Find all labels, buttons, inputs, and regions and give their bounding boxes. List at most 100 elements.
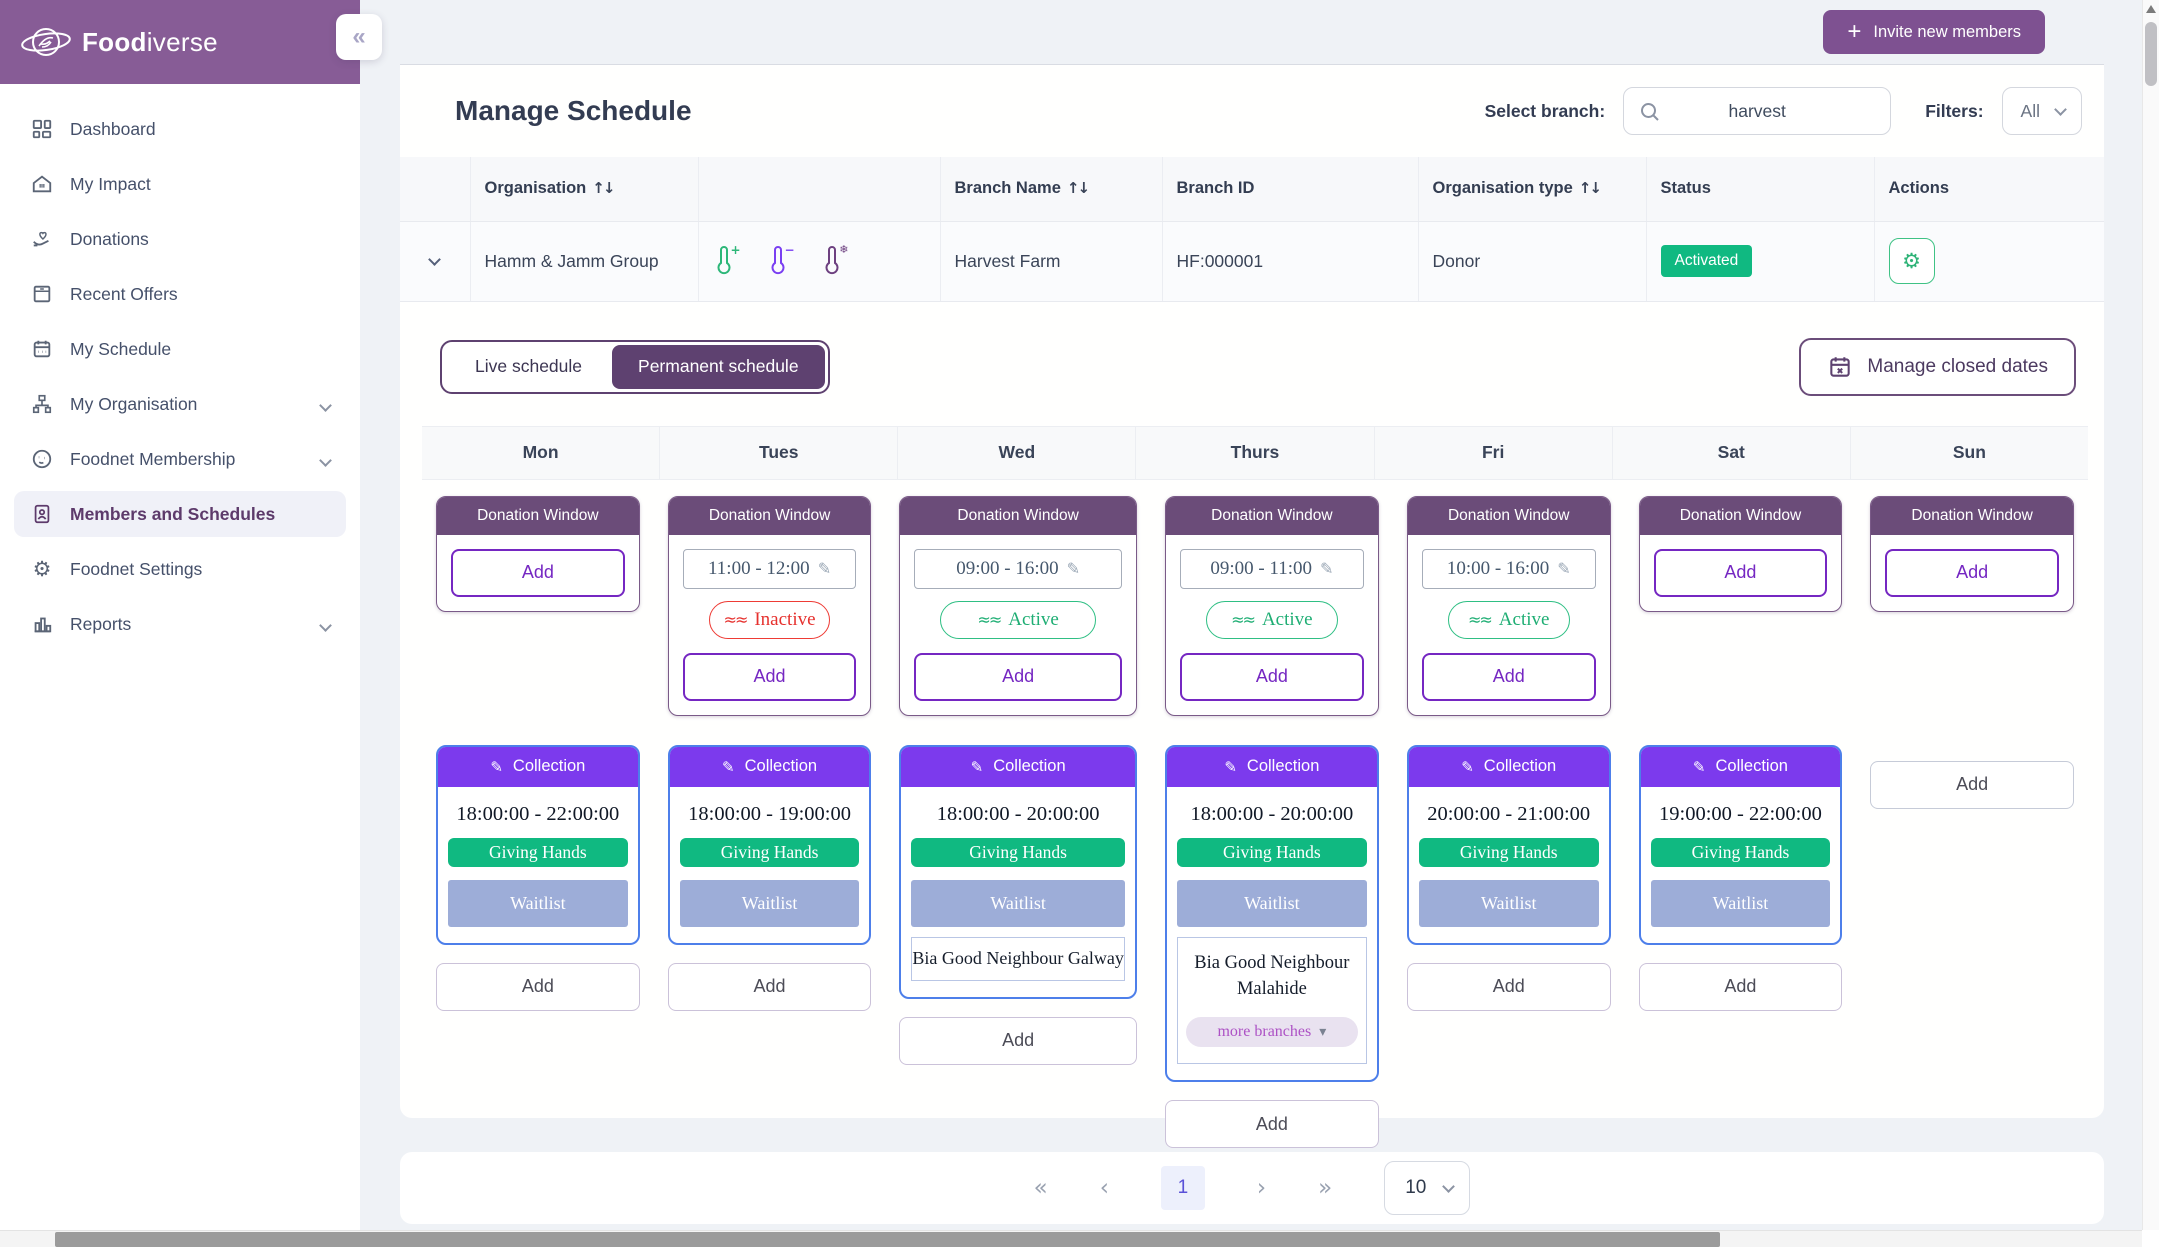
schedule-tabs-row: Live schedule Permanent schedule Manage … bbox=[400, 302, 2104, 396]
wave-icon: ≈≈ bbox=[724, 610, 747, 629]
horizontal-scrollbar[interactable] bbox=[0, 1230, 2142, 1247]
branch-search-input[interactable] bbox=[1624, 88, 1890, 134]
collection-time: 18:00:00 - 20:00:00 bbox=[1177, 803, 1367, 826]
branch-id-cell: HF:000001 bbox=[1162, 221, 1418, 301]
collection-header[interactable]: ✎Collection bbox=[1167, 747, 1377, 787]
add-collection-button[interactable]: Add bbox=[1639, 963, 1843, 1011]
horizontal-scroll-thumb[interactable] bbox=[55, 1232, 1720, 1247]
temperature-icons-cell: + − ❄ bbox=[698, 221, 940, 301]
pencil-icon: ✎ bbox=[1557, 559, 1570, 578]
weekday-header: Thurs bbox=[1135, 427, 1373, 479]
sidebar-item-my-impact[interactable]: My Impact bbox=[14, 161, 346, 207]
add-collection-button[interactable]: Add bbox=[899, 1017, 1136, 1065]
donation-window-time-input[interactable]: 11:00 - 12:00✎ bbox=[683, 549, 857, 589]
collection-card: ✎Collection 18:00:00 - 20:00:00 Giving H… bbox=[1165, 745, 1379, 1083]
last-page-button[interactable]: » bbox=[1318, 1177, 1332, 1200]
collection-header[interactable]: ✎Collection bbox=[901, 747, 1134, 787]
sidebar-collapse-button[interactable]: « bbox=[336, 14, 382, 60]
vertical-scroll-thumb[interactable] bbox=[2145, 22, 2157, 86]
add-donation-window-button[interactable]: Add bbox=[1180, 653, 1364, 701]
chevron-down-icon bbox=[321, 449, 330, 470]
manage-closed-dates-button[interactable]: Manage closed dates bbox=[1799, 338, 2076, 396]
branch-search-box bbox=[1623, 87, 1891, 135]
sidebar-item-foodnet-membership[interactable]: Foodnet Membership bbox=[14, 436, 346, 482]
page-size-select[interactable]: 10 bbox=[1384, 1161, 1470, 1215]
row-settings-button[interactable]: ⚙ bbox=[1889, 238, 1935, 284]
add-donation-window-button[interactable]: Add bbox=[1885, 549, 2059, 597]
chevron-down-icon bbox=[321, 614, 330, 635]
collection-card: ✎Collection 18:00:00 - 22:00:00 Giving H… bbox=[436, 745, 640, 945]
add-collection-button[interactable]: Add bbox=[436, 963, 640, 1011]
add-collection-button[interactable]: Add bbox=[668, 963, 872, 1011]
weekday-header: Sun bbox=[1850, 427, 2088, 479]
box-icon bbox=[30, 282, 54, 306]
collection-header[interactable]: ✎Collection bbox=[1409, 747, 1609, 787]
sidebar-item-dashboard[interactable]: Dashboard bbox=[14, 106, 346, 152]
sidebar-item-members-and-schedules[interactable]: Members and Schedules bbox=[14, 491, 346, 537]
previous-page-button[interactable]: ‹ bbox=[1100, 1177, 1109, 1200]
sidebar-item-label: Recent Offers bbox=[70, 284, 178, 305]
sidebar-item-recent-offers[interactable]: Recent Offers bbox=[14, 271, 346, 317]
scroll-up-arrow-icon[interactable] bbox=[2146, 5, 2156, 13]
topbar: + Invite new members bbox=[360, 0, 2142, 64]
organisation-type-header[interactable]: Organisation type↑↓ bbox=[1418, 157, 1646, 221]
sidebar-item-label: My Organisation bbox=[70, 394, 197, 415]
day-column-thurs: Donation Window 09:00 - 11:00✎ ≈≈Active … bbox=[1151, 480, 1393, 1149]
pencil-icon: ✎ bbox=[818, 559, 831, 578]
more-branches-toggle[interactable]: more branches▾ bbox=[1186, 1017, 1358, 1047]
sidebar-item-my-organisation[interactable]: My Organisation bbox=[14, 381, 346, 427]
tab-permanent-schedule[interactable]: Permanent schedule bbox=[612, 345, 825, 389]
member-face-icon bbox=[30, 447, 54, 471]
sidebar-item-reports[interactable]: Reports bbox=[14, 601, 346, 647]
chevron-down-icon bbox=[321, 394, 330, 415]
add-donation-window-button[interactable]: Add bbox=[914, 653, 1121, 701]
organisation-header[interactable]: Organisation↑↓ bbox=[470, 157, 698, 221]
sidebar-item-label: My Impact bbox=[70, 174, 151, 195]
add-donation-window-button[interactable]: Add bbox=[1422, 653, 1596, 701]
donation-window-time-input[interactable]: 09:00 - 11:00✎ bbox=[1180, 549, 1364, 589]
page-size-value: 10 bbox=[1405, 1177, 1426, 1199]
status-header: Status bbox=[1646, 157, 1874, 221]
add-collection-button[interactable]: Add bbox=[1407, 963, 1611, 1011]
plus-icon: + bbox=[1847, 20, 1861, 44]
collection-header[interactable]: ✎Collection bbox=[438, 747, 638, 787]
add-collection-button[interactable]: Add bbox=[1870, 761, 2074, 809]
add-donation-window-button[interactable]: Add bbox=[1654, 549, 1828, 597]
donation-window-header: Donation Window bbox=[1166, 497, 1378, 535]
vertical-scrollbar[interactable] bbox=[2142, 0, 2159, 1230]
waitlist-badge: Waitlist bbox=[448, 880, 628, 927]
wave-icon: ≈≈ bbox=[977, 610, 1000, 629]
branch-id-header: Branch ID bbox=[1162, 157, 1418, 221]
giving-hands-badge: Giving Hands bbox=[1177, 838, 1367, 867]
current-page-button[interactable]: 1 bbox=[1161, 1166, 1205, 1210]
next-page-button[interactable]: › bbox=[1257, 1177, 1266, 1200]
active-status-pill: ≈≈Active bbox=[1206, 601, 1338, 639]
donation-window-card: Donation Window 11:00 - 12:00✎ ≈≈Inactiv… bbox=[668, 496, 872, 716]
donation-window-header: Donation Window bbox=[1640, 497, 1842, 535]
filter-select[interactable]: All bbox=[2002, 87, 2082, 135]
donation-window-header: Donation Window bbox=[1871, 497, 2073, 535]
donation-window-time-input[interactable]: 09:00 - 16:00✎ bbox=[914, 549, 1121, 589]
collection-header[interactable]: ✎Collection bbox=[670, 747, 870, 787]
sidebar-item-my-schedule[interactable]: My Schedule bbox=[14, 326, 346, 372]
pencil-icon: ✎ bbox=[1224, 758, 1237, 776]
add-collection-button[interactable]: Add bbox=[1165, 1100, 1379, 1148]
pencil-icon: ✎ bbox=[490, 758, 503, 776]
tab-live-schedule[interactable]: Live schedule bbox=[445, 345, 612, 389]
first-page-button[interactable]: « bbox=[1034, 1177, 1048, 1200]
sidebar-item-foodnet-settings[interactable]: ⚙ Foodnet Settings bbox=[14, 546, 346, 592]
org-chart-icon bbox=[30, 392, 54, 416]
sidebar-item-label: Dashboard bbox=[70, 119, 156, 140]
add-donation-window-button[interactable]: Add bbox=[451, 549, 625, 597]
collection-header[interactable]: ✎Collection bbox=[1641, 747, 1841, 787]
invite-new-members-button[interactable]: + Invite new members bbox=[1823, 10, 2045, 54]
sidebar-item-donations[interactable]: Donations bbox=[14, 216, 346, 262]
branch-name-header[interactable]: Branch Name↑↓ bbox=[940, 157, 1162, 221]
row-expander-cell[interactable] bbox=[400, 221, 470, 301]
weekday-header: Sat bbox=[1612, 427, 1850, 479]
thermometer-snowflake-icon: ❄ bbox=[821, 246, 847, 276]
donation-window-time-input[interactable]: 10:00 - 16:00✎ bbox=[1422, 549, 1596, 589]
brand-name: Foodiverse bbox=[82, 27, 218, 58]
add-donation-window-button[interactable]: Add bbox=[683, 653, 857, 701]
actions-header: Actions bbox=[1874, 157, 2104, 221]
